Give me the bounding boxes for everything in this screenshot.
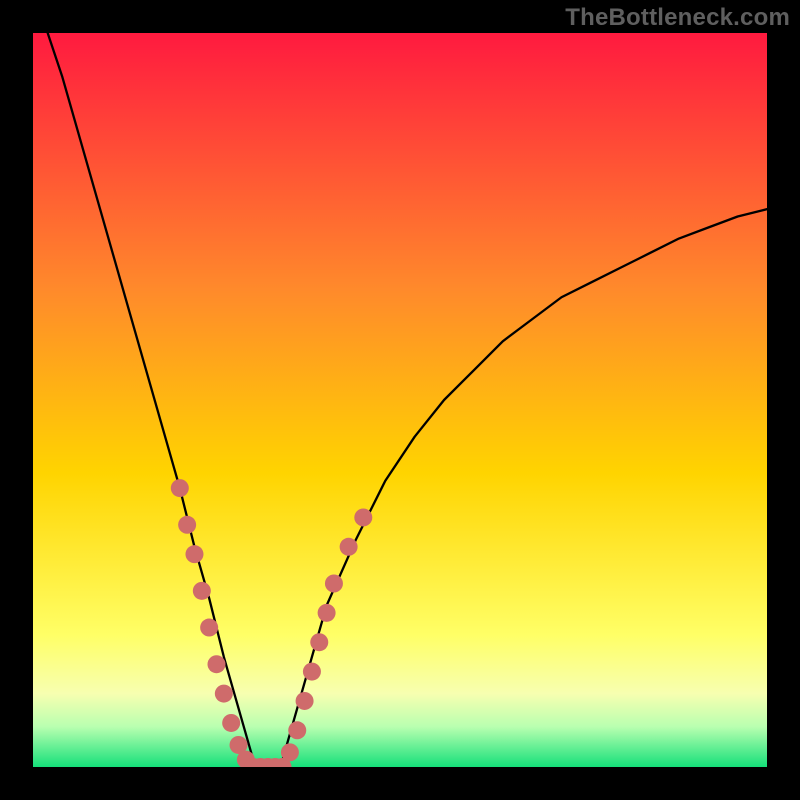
marker-dot	[200, 619, 218, 637]
marker-dot	[215, 685, 233, 703]
marker-dot	[193, 582, 211, 600]
marker-dot	[178, 516, 196, 534]
chart-svg	[33, 33, 767, 767]
gradient-bg	[33, 33, 767, 767]
marker-dot	[325, 575, 343, 593]
marker-dot	[340, 538, 358, 556]
marker-dot	[318, 604, 336, 622]
marker-dot	[171, 479, 189, 497]
marker-dot	[222, 714, 240, 732]
marker-dot	[281, 743, 299, 761]
marker-dot	[288, 721, 306, 739]
chart-stage: TheBottleneck.com	[0, 0, 800, 800]
marker-dot	[296, 692, 314, 710]
plot-frame	[33, 33, 767, 767]
marker-dot	[208, 655, 226, 673]
marker-dot	[185, 545, 203, 563]
marker-dot	[303, 663, 321, 681]
marker-dot	[310, 633, 328, 651]
marker-dot	[354, 508, 372, 526]
watermark-text: TheBottleneck.com	[565, 4, 790, 32]
